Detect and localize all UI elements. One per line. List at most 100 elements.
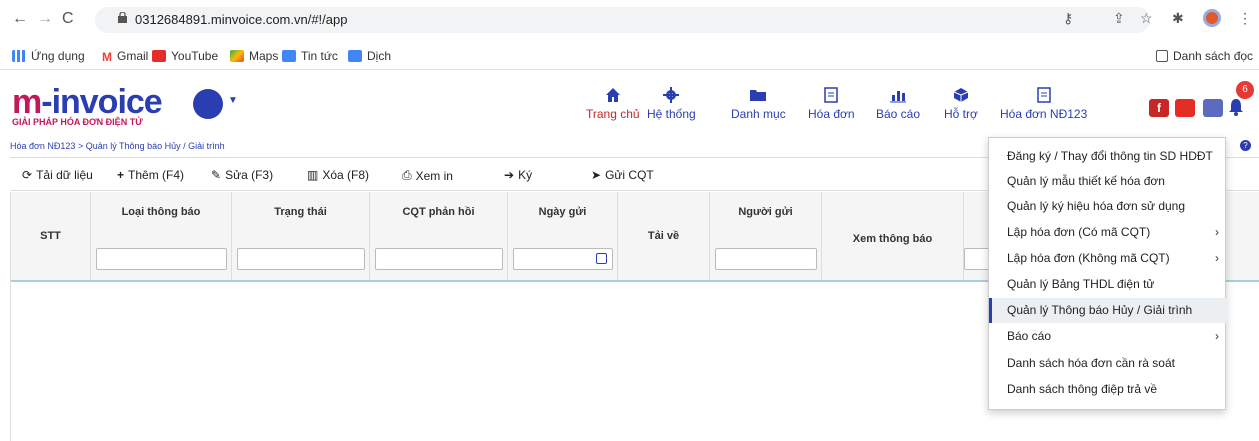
forward-icon[interactable]: → bbox=[37, 10, 53, 28]
filter-input[interactable] bbox=[375, 248, 503, 270]
nav-invoice[interactable]: Hóa đơn bbox=[808, 87, 855, 121]
menu-item[interactable]: Danh sách hóa đơn cần rà soát bbox=[989, 351, 1227, 376]
apps-grid-icon bbox=[12, 50, 26, 62]
column-sender[interactable]: Người gửi bbox=[710, 192, 822, 280]
bookmark-label: Tin tức bbox=[301, 49, 338, 63]
bookmark-news[interactable]: Tin tức bbox=[282, 49, 338, 63]
filter-input[interactable] bbox=[237, 248, 365, 270]
menu-item-label: Lập hóa đơn (Có mã CQT) bbox=[1007, 225, 1151, 239]
column-status[interactable]: Trạng thái bbox=[232, 192, 370, 280]
column-download[interactable]: Tải về bbox=[618, 192, 710, 280]
caret-down-icon[interactable]: ▼ bbox=[228, 95, 238, 106]
column-view-notice[interactable]: Xem thông báo bbox=[822, 192, 964, 280]
nav-system[interactable]: Hệ thống bbox=[647, 87, 696, 121]
bell-icon[interactable] bbox=[1227, 98, 1245, 116]
menu-item[interactable]: Quản lý ký hiệu hóa đơn sử dụng bbox=[989, 194, 1227, 219]
nav-label: Danh mục bbox=[731, 107, 786, 121]
menu-item[interactable]: Lập hóa đơn (Có mã CQT) › bbox=[989, 220, 1227, 245]
nav-label: Hỗ trợ bbox=[944, 107, 978, 121]
column-send-date[interactable]: Ngày gửi bbox=[508, 192, 618, 280]
menu-item[interactable]: Lập hóa đơn (Không mã CQT) › bbox=[989, 246, 1227, 271]
star-icon[interactable]: ☆ bbox=[1140, 10, 1153, 27]
menu-item[interactable]: Quản lý Bảng THDL điện tử bbox=[989, 272, 1227, 297]
bookmark-label: Gmail bbox=[117, 49, 149, 63]
button-label: Ký bbox=[518, 168, 533, 182]
column-notice-type[interactable]: Loại thông báo bbox=[91, 192, 232, 280]
menu-item-label: Báo cáo bbox=[1007, 329, 1052, 343]
column-title: Xem thông báo bbox=[852, 233, 933, 245]
translate-icon bbox=[348, 50, 362, 62]
button-label: Thêm (F4) bbox=[128, 168, 185, 182]
help-icon[interactable]: ? bbox=[1240, 140, 1251, 151]
youtube-icon[interactable] bbox=[1175, 99, 1195, 117]
reload-data-button[interactable]: ⟳ Tải dữ liệu bbox=[22, 168, 93, 182]
url-text: 0312684891.minvoice.com.vn/#!/app bbox=[135, 12, 348, 27]
date-filter-input[interactable] bbox=[513, 248, 613, 270]
nav-catalog[interactable]: Danh mục bbox=[731, 87, 786, 121]
menu-item[interactable]: Báo cáo › bbox=[989, 324, 1227, 349]
menu-item-label: Lập hóa đơn (Không mã CQT) bbox=[1007, 251, 1170, 265]
reading-list[interactable]: Danh sách đọc bbox=[1156, 49, 1253, 63]
column-tax-response[interactable]: CQT phản hồi bbox=[370, 192, 508, 280]
add-button[interactable]: + Thêm (F4) bbox=[117, 168, 184, 182]
nav-support[interactable]: Hỗ trợ bbox=[944, 87, 978, 121]
gmail-icon: M bbox=[102, 50, 112, 64]
button-label: Sửa (F3) bbox=[225, 168, 274, 182]
print-preview-button[interactable]: ⎙ Xem in bbox=[402, 168, 453, 183]
logo-tagline: GIẢI PHÁP HÓA ĐƠN ĐIỆN TỬ bbox=[12, 117, 143, 127]
menu-icon[interactable]: ⋮ bbox=[1238, 10, 1252, 27]
column-title: Ngày gửi bbox=[538, 206, 587, 218]
column-title: STT bbox=[40, 230, 61, 242]
trash-icon: ▥ bbox=[307, 168, 319, 182]
edit-icon: ✎ bbox=[211, 168, 222, 182]
bookmark-apps[interactable]: Ứng dụng bbox=[12, 49, 85, 63]
bookmark-gmail[interactable]: M Gmail bbox=[102, 49, 149, 64]
menu-item[interactable]: Quản lý mẫu thiết kế hóa đơn bbox=[989, 169, 1227, 194]
menu-item-label: Danh sách hóa đơn cần rà soát bbox=[1007, 356, 1175, 370]
youtube-icon bbox=[152, 50, 166, 62]
filter-input[interactable] bbox=[96, 248, 227, 270]
back-icon[interactable]: ← bbox=[12, 10, 28, 28]
menu-item-label: Quản lý ký hiệu hóa đơn sử dụng bbox=[1007, 199, 1186, 213]
button-label: Gửi CQT bbox=[605, 168, 654, 182]
sign-button[interactable]: ➔ Ký bbox=[504, 168, 532, 182]
bookmark-maps[interactable]: Maps bbox=[230, 49, 278, 63]
facebook-icon[interactable]: f bbox=[1149, 99, 1169, 117]
menu-item[interactable]: Đăng ký / Thay đổi thông tin SD HDĐT bbox=[989, 144, 1227, 169]
reading-list-icon bbox=[1156, 50, 1168, 62]
bookmark-translate[interactable]: Dịch bbox=[348, 49, 391, 63]
send-tax-button[interactable]: ➤ Gửi CQT bbox=[591, 168, 654, 182]
breadcrumb[interactable]: Hóa đơn NĐ123 > Quản lý Thông báo Hủy / … bbox=[10, 141, 225, 151]
calendar-icon[interactable] bbox=[596, 253, 607, 264]
nav-label: Hệ thống bbox=[647, 107, 696, 121]
app-icon[interactable] bbox=[1203, 99, 1223, 117]
bar-chart-icon bbox=[890, 87, 907, 103]
menu-item[interactable]: Danh sách thông điệp trả về bbox=[989, 377, 1227, 402]
avatar[interactable] bbox=[193, 89, 223, 119]
reload-icon[interactable]: C bbox=[62, 10, 74, 28]
chevron-right-icon: › bbox=[1215, 251, 1219, 265]
filter-input[interactable] bbox=[715, 248, 817, 270]
key-icon[interactable]: ⚷ bbox=[1063, 10, 1073, 27]
column-title: Tải về bbox=[647, 230, 680, 242]
refresh-icon: ⟳ bbox=[22, 168, 33, 182]
app-header: m-invoice GIẢI PHÁP HÓA ĐƠN ĐIỆN TỬ ▼ Tr… bbox=[0, 71, 1259, 139]
lock-icon bbox=[118, 12, 127, 23]
nav-home[interactable]: Trang chủ bbox=[586, 87, 640, 121]
share-icon[interactable]: ⇪ bbox=[1113, 10, 1125, 27]
bookmark-label: Dịch bbox=[367, 49, 392, 63]
folder-icon bbox=[750, 87, 767, 103]
menu-item-label: Quản lý Bảng THDL điện tử bbox=[1007, 277, 1155, 291]
send-icon: ➤ bbox=[591, 168, 602, 182]
extensions-icon[interactable]: ✱ bbox=[1172, 10, 1184, 27]
nav-label: Trang chủ bbox=[586, 107, 640, 121]
column-stt[interactable]: STT bbox=[11, 192, 91, 280]
menu-item[interactable]: Quản lý Thông báo Hủy / Giải trình bbox=[989, 298, 1227, 323]
bookmark-youtube[interactable]: YouTube bbox=[152, 49, 218, 63]
profile-icon[interactable] bbox=[1203, 9, 1221, 27]
nav-invoice-nd123[interactable]: Hóa đơn NĐ123 bbox=[1000, 87, 1087, 121]
delete-button[interactable]: ▥ Xóa (F8) bbox=[307, 168, 369, 182]
edit-button[interactable]: ✎ Sửa (F3) bbox=[211, 168, 273, 182]
nav-report[interactable]: Báo cáo bbox=[876, 87, 920, 121]
sign-in-icon: ➔ bbox=[504, 168, 515, 182]
